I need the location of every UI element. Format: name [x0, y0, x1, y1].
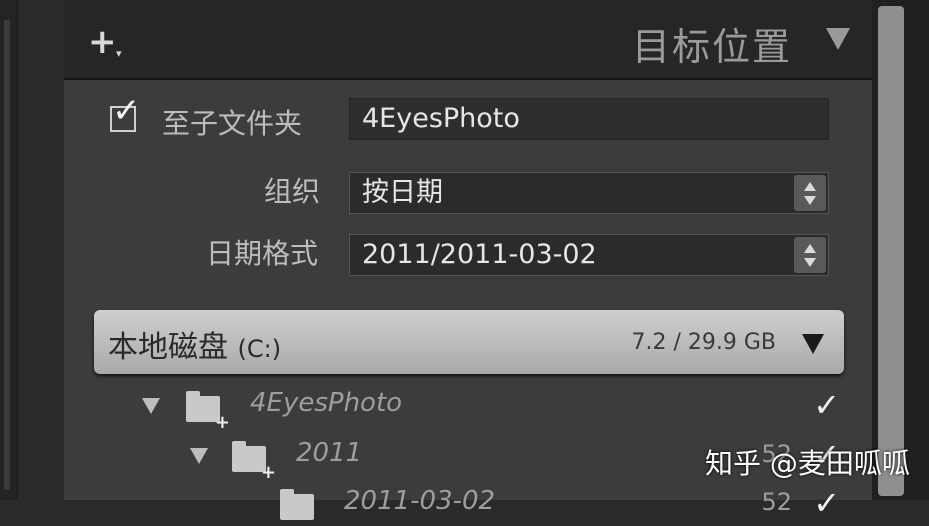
watermark: 知乎 @麦田呱呱	[705, 447, 910, 480]
expand-triangle-icon[interactable]	[142, 398, 160, 414]
disk-label: 本地磁盘	[108, 330, 228, 365]
organize-value: 按日期	[362, 177, 443, 208]
subfolder-label: 至子文件夹	[162, 107, 303, 140]
tree-row[interactable]: + 4EyesPhoto ✓	[64, 382, 872, 432]
collapse-triangle-icon[interactable]	[826, 28, 850, 50]
expand-triangle-icon[interactable]	[190, 448, 208, 464]
tree-row[interactable]: 2011-03-02 52 ✓	[64, 480, 872, 526]
subfolder-name-input[interactable]: 4EyesPhoto	[349, 98, 829, 140]
panel-content: ✓ 至子文件夹 4EyesPhoto 组织 按日期 日期格式 2011/2011…	[64, 80, 872, 522]
left-scroll-rail[interactable]	[4, 20, 10, 490]
disk-drive: (C:)	[237, 335, 282, 363]
scrollbar[interactable]	[872, 0, 929, 500]
organize-select[interactable]: 按日期	[349, 172, 829, 214]
updown-arrows-icon[interactable]	[794, 237, 826, 273]
check-icon: ✓	[112, 91, 141, 131]
disk-dropdown-icon[interactable]	[802, 334, 824, 354]
check-icon: ✓	[813, 484, 840, 522]
add-preset-button[interactable]: + ▾	[88, 22, 132, 62]
disk-usage: 7.2 / 29.9 GB	[631, 330, 776, 355]
disk-header[interactable]: 本地磁盘 (C:) 7.2 / 29.9 GB	[94, 310, 844, 374]
updown-arrows-icon[interactable]	[794, 175, 826, 211]
organize-label: 组织	[264, 175, 321, 208]
destination-panel: + ▾ 目标位置 ✓ 至子文件夹 4EyesPhoto 组织 按日期 日期格式 2…	[64, 0, 872, 522]
scrollbar-thumb[interactable]	[878, 6, 904, 496]
disk-name: 本地磁盘 (C:)	[108, 322, 281, 366]
caret-down-icon: ▾	[116, 47, 122, 60]
folder-new-icon: +	[186, 391, 230, 432]
date-format-value: 2011/2011-03-02	[362, 239, 597, 270]
panel-header[interactable]: + ▾ 目标位置	[64, 0, 872, 80]
date-format-select[interactable]: 2011/2011-03-02	[349, 234, 829, 276]
folder-new-icon: +	[232, 441, 276, 482]
left-panel-edge	[0, 0, 18, 500]
folder-icon	[280, 489, 314, 520]
plus-icon: +	[88, 22, 117, 62]
tree-folder-label: 4EyesPhoto	[250, 388, 403, 418]
tree-folder-label: 2011-03-02	[344, 486, 496, 516]
subfolder-checkbox[interactable]: ✓	[110, 94, 141, 132]
tree-folder-label: 2011	[296, 438, 363, 468]
panel-title: 目标位置	[631, 25, 792, 69]
photo-count: 52	[761, 488, 792, 516]
date-format-label: 日期格式	[206, 237, 319, 270]
check-icon: ✓	[813, 386, 840, 424]
